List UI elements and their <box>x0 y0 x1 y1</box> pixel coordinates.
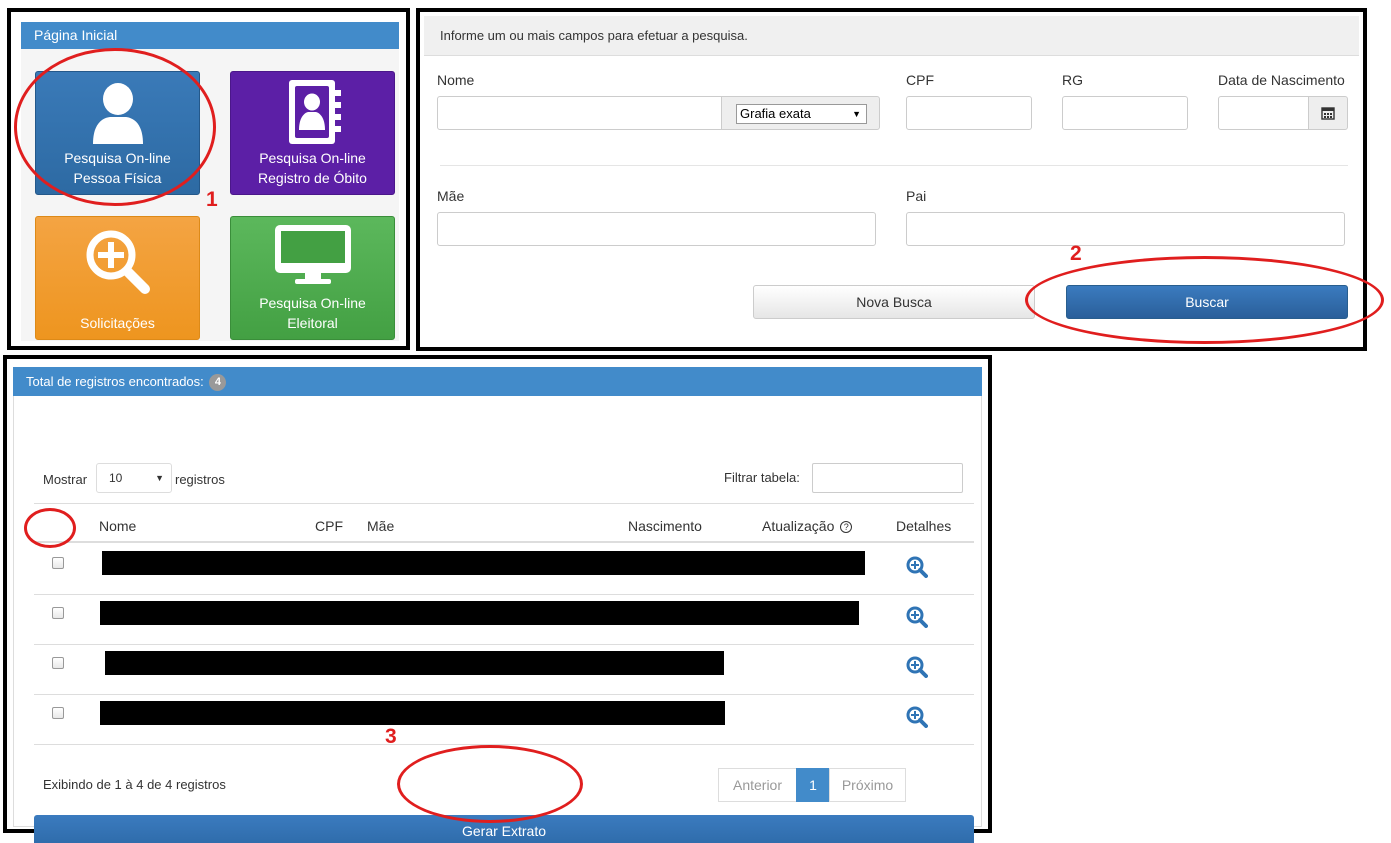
col-detalhes: Detalhes <box>896 518 952 534</box>
results-header: Total de registros encontrados: 4 <box>13 367 982 396</box>
pagination-page-1[interactable]: 1 <box>796 768 830 802</box>
rg-label: RG <box>1062 72 1083 88</box>
redacted-row-data <box>100 601 859 625</box>
row-divider <box>34 694 974 695</box>
monitor-icon <box>274 225 351 284</box>
col-cpf[interactable]: CPF <box>315 518 343 534</box>
home-panel-title: Página Inicial <box>21 22 399 49</box>
calendar-button[interactable] <box>1308 96 1348 130</box>
col-mae[interactable]: Mãe <box>367 518 394 534</box>
col-nome[interactable]: Nome <box>99 518 136 534</box>
filter-input[interactable] <box>812 463 963 493</box>
search-panel-header: Informe um ou mais campos para efetuar a… <box>424 16 1359 56</box>
row-checkbox[interactable] <box>52 607 64 619</box>
grafia-select-value: Grafia exata <box>740 106 811 121</box>
page-length-select[interactable]: 10 ▼ <box>96 463 172 493</box>
table-header-border <box>34 541 974 543</box>
annotation-ellipse-step2 <box>1025 256 1384 344</box>
row-checkbox[interactable] <box>52 707 64 719</box>
new-search-button[interactable]: Nova Busca <box>753 285 1035 319</box>
nascimento-input[interactable] <box>1218 96 1309 130</box>
results-count-badge: 4 <box>209 374 227 391</box>
tile-label-line1: Solicitações <box>80 315 155 331</box>
pagination-next[interactable]: Próximo <box>829 768 906 802</box>
redacted-row-data <box>105 651 724 675</box>
mae-input[interactable] <box>437 212 876 246</box>
grafia-select[interactable]: Grafia exata ▼ <box>736 104 867 124</box>
annotation-ellipse-step1 <box>14 48 216 206</box>
search-plus-icon <box>86 230 150 294</box>
redacted-row-data <box>102 551 865 575</box>
tile-label-line1: Pesquisa On-line <box>259 295 366 311</box>
nome-input[interactable] <box>437 96 722 130</box>
annotation-step3: 3 <box>385 725 397 748</box>
zoom-in-icon[interactable] <box>906 556 928 578</box>
chevron-down-icon: ▼ <box>852 109 861 119</box>
records-label: registros <box>175 472 225 487</box>
page-length-value: 10 <box>109 471 123 485</box>
mae-label: Mãe <box>437 188 465 204</box>
tile-pesquisa-eleitoral[interactable]: Pesquisa On-line Eleitoral <box>230 216 395 340</box>
row-divider <box>34 644 974 645</box>
row-checkbox[interactable] <box>52 557 64 569</box>
col-atualizacao[interactable]: Atualização ? <box>762 518 853 534</box>
redacted-row-data <box>100 701 725 725</box>
table-info: Exibindo de 1 à 4 de 4 registros <box>43 777 226 792</box>
tile-label-line2: Registro de Óbito <box>258 170 367 186</box>
tile-label-line1: Pesquisa On-line <box>259 150 366 166</box>
annotation-step2: 2 <box>1070 242 1082 265</box>
annotation-ellipse-step3 <box>397 745 583 823</box>
grafia-addon: Grafia exata ▼ <box>721 96 880 130</box>
show-label: Mostrar <box>43 472 88 487</box>
pai-input[interactable] <box>906 212 1345 246</box>
results-count-label: Total de registros encontrados: <box>26 374 204 389</box>
zoom-in-icon[interactable] <box>906 606 928 628</box>
chevron-down-icon: ▼ <box>155 473 164 483</box>
row-checkbox[interactable] <box>52 657 64 669</box>
col-nascimento[interactable]: Nascimento <box>628 518 702 534</box>
filter-label: Filtrar tabela: <box>724 470 800 485</box>
tile-pesquisa-registro-obito[interactable]: Pesquisa On-line Registro de Óbito <box>230 71 395 195</box>
rg-input[interactable] <box>1062 96 1188 130</box>
zoom-in-icon[interactable] <box>906 706 928 728</box>
calendar-icon <box>1321 107 1335 120</box>
row-divider <box>34 594 974 595</box>
form-divider <box>440 165 1348 166</box>
zoom-in-icon[interactable] <box>906 656 928 678</box>
nome-label: Nome <box>437 72 475 88</box>
tile-solicitacoes[interactable]: Solicitações <box>35 216 200 340</box>
col-atualizacao-label: Atualização <box>762 518 835 534</box>
tile-label-line2: Eleitoral <box>287 315 338 331</box>
address-book-icon <box>288 80 341 144</box>
annotation-step1: 1 <box>206 188 218 211</box>
cpf-label: CPF <box>906 72 934 88</box>
cpf-input[interactable] <box>906 96 1032 130</box>
pagination-previous[interactable]: Anterior <box>718 768 797 802</box>
annotation-ellipse-checkbox <box>24 508 76 548</box>
pai-label: Pai <box>906 188 927 204</box>
table-top-border <box>34 503 974 504</box>
question-icon: ? <box>840 521 853 533</box>
nascimento-label: Data de Nascimento <box>1218 72 1345 88</box>
